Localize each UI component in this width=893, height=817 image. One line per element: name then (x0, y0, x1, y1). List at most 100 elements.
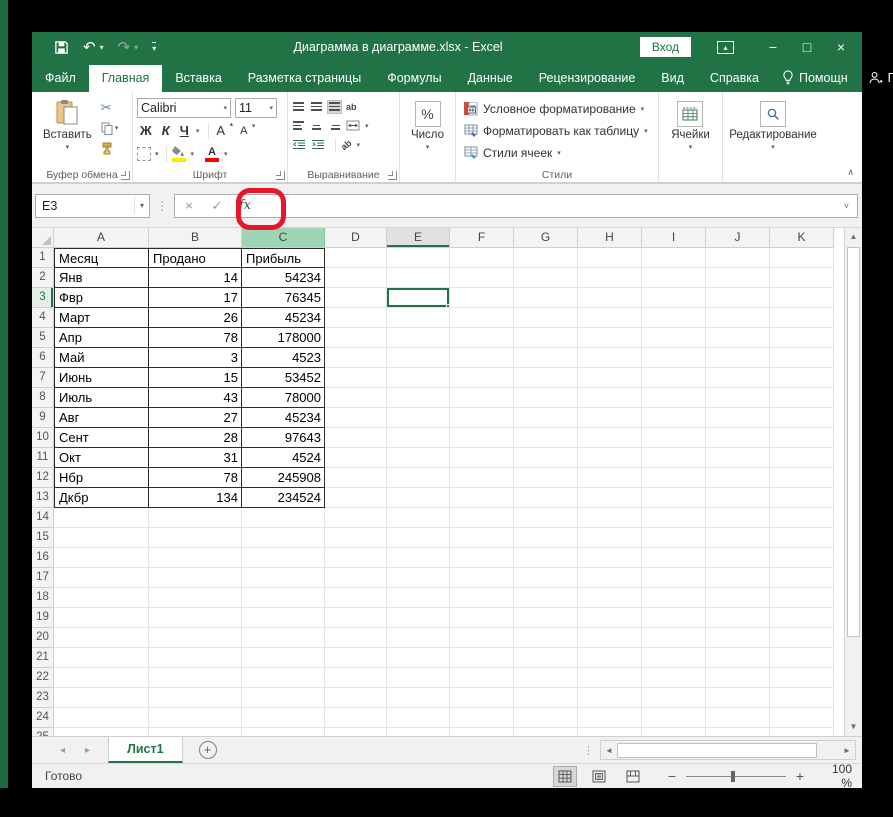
cell-I22[interactable] (642, 668, 706, 688)
cell-I1[interactable] (642, 248, 706, 268)
cell-J22[interactable] (706, 668, 770, 688)
bold-button[interactable]: Ж (137, 123, 155, 138)
cell-H15[interactable] (578, 528, 642, 548)
cell-A10[interactable]: Сент (54, 428, 149, 448)
cell-E24[interactable] (387, 708, 450, 728)
horizontal-scrollbar-thumb[interactable] (617, 742, 817, 758)
cell-K24[interactable] (770, 708, 834, 728)
cell-J13[interactable] (706, 488, 770, 508)
tell-me-tab[interactable]: Помощн (772, 64, 858, 92)
orientation-dropdown-icon[interactable]: ▾ (357, 141, 361, 149)
cell-E2[interactable] (387, 268, 450, 288)
zoom-in-button[interactable]: + (794, 768, 806, 784)
cell-E10[interactable] (387, 428, 450, 448)
cell-J2[interactable] (706, 268, 770, 288)
cell-I9[interactable] (642, 408, 706, 428)
zoom-slider-thumb[interactable] (731, 770, 735, 782)
cell-D25[interactable] (325, 728, 387, 736)
cell-D24[interactable] (325, 708, 387, 728)
cell-F4[interactable] (450, 308, 514, 328)
cell-A18[interactable] (54, 588, 149, 608)
cell-E4[interactable] (387, 308, 450, 328)
cell-G22[interactable] (514, 668, 578, 688)
cell-F3[interactable] (450, 288, 514, 308)
editing-button[interactable]: Редактирование ▾ (722, 95, 824, 166)
cell-J19[interactable] (706, 608, 770, 628)
cell-C25[interactable] (242, 728, 325, 736)
fill-color-button[interactable] (171, 145, 187, 162)
cell-J25[interactable] (706, 728, 770, 736)
cell-H1[interactable] (578, 248, 642, 268)
cell-G15[interactable] (514, 528, 578, 548)
cell-I18[interactable] (642, 588, 706, 608)
ribbon-display-options-icon[interactable]: ▴ (717, 40, 734, 54)
cell-C12[interactable]: 245908 (242, 468, 325, 488)
cut-button[interactable]: ✂ (101, 100, 119, 116)
row-header-2[interactable]: 2 (32, 268, 54, 288)
cell-I3[interactable] (642, 288, 706, 308)
scroll-right-icon[interactable]: ► (839, 746, 855, 755)
expand-formula-bar-icon[interactable]: ˅ (844, 201, 857, 211)
cell-G19[interactable] (514, 608, 578, 628)
row-header-22[interactable]: 22 (32, 668, 54, 688)
cell-K4[interactable] (770, 308, 834, 328)
cell-J6[interactable] (706, 348, 770, 368)
cell-K22[interactable] (770, 668, 834, 688)
cell-A11[interactable]: Окт (54, 448, 149, 468)
cell-H10[interactable] (578, 428, 642, 448)
cell-G4[interactable] (514, 308, 578, 328)
cell-J11[interactable] (706, 448, 770, 468)
wrap-text-icon[interactable]: ab (346, 102, 357, 112)
cell-F1[interactable] (450, 248, 514, 268)
cell-I5[interactable] (642, 328, 706, 348)
cell-A14[interactable] (54, 508, 149, 528)
cell-A1[interactable]: Месяц (54, 248, 149, 268)
cell-B20[interactable] (149, 628, 242, 648)
cell-D16[interactable] (325, 548, 387, 568)
borders-dropdown-icon[interactable]: ▾ (155, 150, 159, 158)
scroll-left-icon[interactable]: ◄ (601, 746, 617, 755)
cell-I25[interactable] (642, 728, 706, 736)
row-header-20[interactable]: 20 (32, 628, 54, 648)
cell-E25[interactable] (387, 728, 450, 736)
align-top-button[interactable] (292, 101, 305, 113)
cell-C9[interactable]: 45234 (242, 408, 325, 428)
cell-G24[interactable] (514, 708, 578, 728)
name-box-dropdown-icon[interactable]: ▾ (133, 197, 149, 214)
name-box[interactable]: E3 ▾ (35, 193, 150, 218)
cell-D2[interactable] (325, 268, 387, 288)
cell-F15[interactable] (450, 528, 514, 548)
cell-B22[interactable] (149, 668, 242, 688)
cell-G23[interactable] (514, 688, 578, 708)
share-button[interactable]: Поделиться (858, 65, 893, 92)
cell-D19[interactable] (325, 608, 387, 628)
cell-F6[interactable] (450, 348, 514, 368)
row-header-13[interactable]: 13 (32, 488, 54, 508)
cell-H14[interactable] (578, 508, 642, 528)
cell-E19[interactable] (387, 608, 450, 628)
cell-K13[interactable] (770, 488, 834, 508)
underline-dropdown-icon[interactable]: ▾ (196, 127, 200, 135)
cell-J14[interactable] (706, 508, 770, 528)
cell-H23[interactable] (578, 688, 642, 708)
cell-J15[interactable] (706, 528, 770, 548)
paste-dropdown-icon[interactable]: ▾ (66, 143, 70, 151)
cell-J16[interactable] (706, 548, 770, 568)
cell-F17[interactable] (450, 568, 514, 588)
ribbon-tab-главная[interactable]: Главная (88, 65, 163, 92)
ribbon-tab-рецензирование[interactable]: Рецензирование (526, 65, 649, 92)
cell-E3[interactable] (387, 288, 450, 308)
cell-K5[interactable] (770, 328, 834, 348)
page-break-view-button[interactable] (622, 767, 644, 786)
cell-C19[interactable] (242, 608, 325, 628)
normal-view-button[interactable] (553, 765, 577, 787)
cell-F23[interactable] (450, 688, 514, 708)
cell-E15[interactable] (387, 528, 450, 548)
italic-button[interactable]: К (159, 123, 173, 138)
cell-C24[interactable] (242, 708, 325, 728)
cell-H6[interactable] (578, 348, 642, 368)
cell-F12[interactable] (450, 468, 514, 488)
cell-A8[interactable]: Июль (54, 388, 149, 408)
cell-D7[interactable] (325, 368, 387, 388)
column-header-E[interactable]: E (387, 228, 450, 248)
